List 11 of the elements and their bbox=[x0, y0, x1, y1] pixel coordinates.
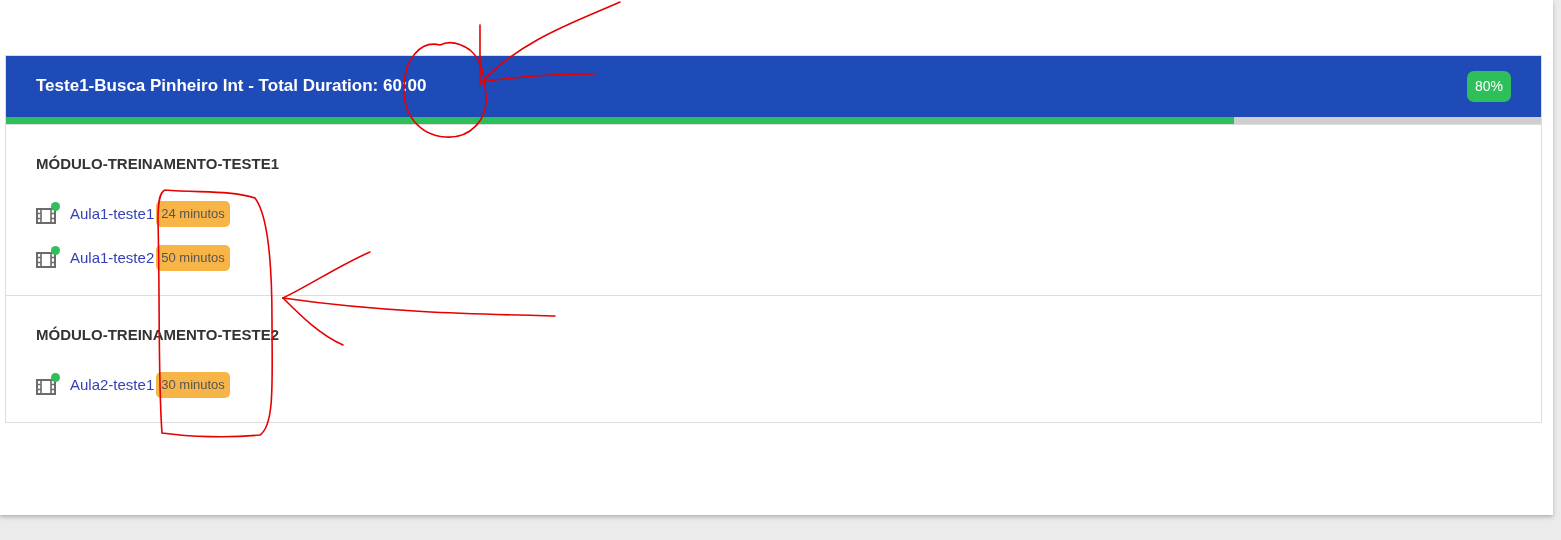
lesson-link[interactable]: Aula1-teste2 bbox=[70, 246, 155, 270]
duration-badge: 24 minutos bbox=[156, 201, 230, 227]
film-icon bbox=[36, 252, 56, 268]
progress-badge: 80% bbox=[1466, 71, 1511, 102]
film-icon bbox=[36, 208, 56, 224]
module-title: MÓDULO-TREINAMENTO-TESTE1 bbox=[36, 155, 281, 173]
lesson-link[interactable]: Aula2-teste1 bbox=[70, 373, 155, 397]
duration-badge: 30 minutos bbox=[156, 372, 230, 398]
lesson-link[interactable]: Aula1-teste1 bbox=[70, 202, 155, 226]
film-icon bbox=[36, 379, 56, 395]
duration-badge: 50 minutos bbox=[156, 245, 230, 271]
